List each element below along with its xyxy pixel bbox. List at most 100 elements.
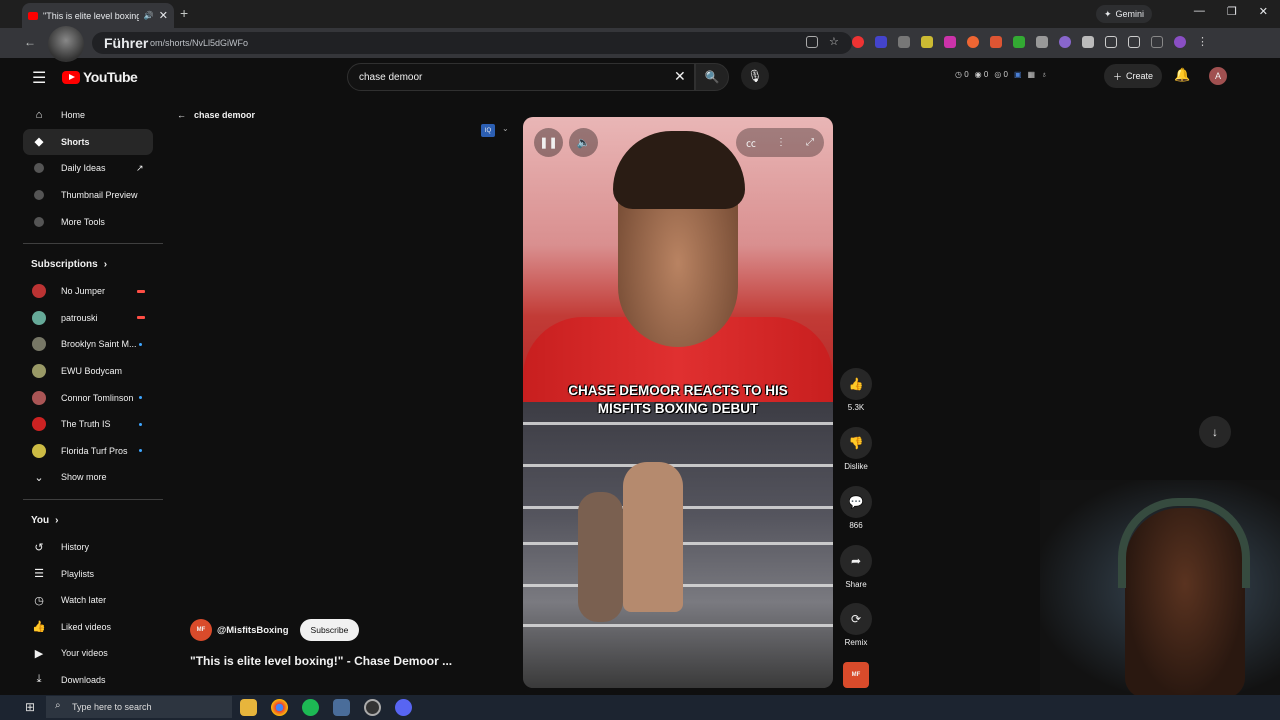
sidebar-item-playlists[interactable]: ☰ Playlists — [23, 560, 163, 587]
sidebar-subscription-item[interactable]: No Jumper — [23, 278, 163, 305]
search-button[interactable]: 🔍 — [695, 63, 729, 91]
youtube-play-icon — [62, 70, 80, 84]
extension-icon[interactable] — [875, 36, 887, 48]
shorts-video-player[interactable]: CHASE DEMOOR REACTS TO HIS MISFITS BOXIN… — [523, 117, 833, 688]
avatar[interactable]: A — [1209, 67, 1227, 85]
menu-icon[interactable] — [1151, 36, 1163, 48]
breadcrumb[interactable]: ← chase demoor — [177, 110, 255, 120]
more-options-icon[interactable]: ⋮ — [776, 137, 786, 148]
taskbar-search-input[interactable]: ⌕ Type here to search — [46, 696, 232, 718]
browser-tab[interactable]: "This is elite level boxing!" 🔊 ✕ — [22, 3, 174, 28]
pause-button[interactable]: ❚❚ — [534, 128, 563, 157]
hamburger-menu-icon[interactable]: ☰ — [32, 68, 46, 88]
cast-icon[interactable] — [806, 36, 818, 48]
sidebar-item-more-tools[interactable]: More Tools — [23, 208, 163, 235]
remix-button[interactable]: ⟳ Remix — [839, 603, 873, 647]
obs-icon[interactable] — [364, 699, 381, 716]
divider — [23, 498, 163, 500]
youtube-logo[interactable]: YouTube — [62, 69, 138, 85]
video-title[interactable]: "This is elite level boxing!" - Chase De… — [190, 654, 452, 668]
sidebar-item-home[interactable]: ⌂ Home — [23, 102, 163, 129]
minimize-button[interactable]: — — [1194, 5, 1205, 18]
channel-handle[interactable]: @MisfitsBoxing — [217, 625, 289, 636]
extension-icon[interactable] — [967, 36, 979, 48]
profile-icon[interactable] — [1174, 36, 1186, 48]
sidebar-subscription-item[interactable]: patrouski — [23, 305, 163, 332]
sidebar-subscription-item[interactable]: Brooklyn Saint M... — [23, 331, 163, 358]
windows-start-icon[interactable]: ⊞ — [25, 700, 35, 714]
extension-icon[interactable] — [921, 36, 933, 48]
subscriptions-heading[interactable]: Subscriptions › — [23, 252, 163, 278]
sidebar-item-shorts[interactable]: ◆ Shorts — [23, 128, 153, 156]
share-button[interactable]: ➦ Share — [839, 545, 873, 589]
search-placeholder: Type here to search — [72, 702, 152, 712]
sidepanel-icon[interactable] — [1128, 36, 1140, 48]
tab-title: "This is elite level boxing!" — [43, 10, 139, 21]
dislike-button[interactable]: 👎 Dislike — [839, 427, 873, 471]
chevron-down-icon[interactable]: ⌄ — [502, 124, 509, 133]
next-short-button[interactable]: ↓ — [1199, 416, 1231, 448]
extension-icon[interactable]: ▣ — [1014, 70, 1022, 79]
comments-button[interactable]: 💬 866 — [839, 486, 873, 530]
dislike-label: Dislike — [844, 462, 868, 471]
bookmark-star-icon[interactable]: ☆ — [829, 36, 841, 48]
clear-search-icon[interactable]: ✕ — [674, 68, 686, 85]
speaker-icon[interactable]: 🔊 — [144, 11, 154, 20]
window-close-button[interactable]: ✕ — [1259, 5, 1268, 18]
extension-icon[interactable] — [1082, 36, 1094, 48]
badge-icon[interactable]: ♁ — [1041, 70, 1047, 79]
sidebar-item-thumbnail-preview[interactable]: Thumbnail Preview — [23, 182, 163, 209]
spotify-icon[interactable] — [302, 699, 319, 716]
extension-icon[interactable] — [1013, 36, 1025, 48]
live-indicator-icon — [137, 289, 145, 293]
channel-thumbnail[interactable]: MF — [843, 662, 869, 688]
ring-rope — [523, 624, 833, 627]
new-tab-button[interactable]: + — [180, 5, 188, 21]
captions-icon[interactable]: ㏄ — [746, 135, 756, 150]
extension-icon[interactable] — [1059, 36, 1071, 48]
show-more-button[interactable]: ⌄ Show more — [23, 464, 163, 491]
sidebar-item-history[interactable]: ↺ History — [23, 534, 163, 561]
restore-button[interactable]: ❐ — [1227, 5, 1237, 18]
tab-close-icon[interactable]: ✕ — [159, 9, 168, 22]
subscriptions-list: No Jumper patrouski Brooklyn Saint M... EWU… — [23, 278, 163, 464]
notifications-bell-icon[interactable]: 🔔 — [1174, 67, 1190, 83]
create-button[interactable]: ＋ Create — [1104, 64, 1162, 88]
puzzle-icon[interactable] — [1105, 36, 1117, 48]
grid-icon[interactable]: ▦ — [1028, 70, 1036, 79]
sidebar-item-daily-ideas[interactable]: Daily Ideas ↗ — [23, 155, 163, 182]
sidebar-item-watch-later[interactable]: ◷ Watch later — [23, 587, 163, 614]
pause-icon: ❚❚ — [539, 137, 558, 149]
search-input[interactable]: chase demoor — [347, 63, 695, 91]
extension-stats: ◷ 0 ◉ 0 ◎ 0 ▣ ▦ ♁ — [955, 70, 1047, 79]
sidebar-subscription-item[interactable]: Florida Turf Pros — [23, 438, 163, 465]
extension-icon[interactable] — [944, 36, 956, 48]
address-bar[interactable]: om/shorts/NvLl5dGiWFo — [92, 32, 852, 54]
back-arrow-icon[interactable]: ← — [177, 110, 186, 120]
sidebar-item-liked-videos[interactable]: 👍 Liked videos — [23, 614, 163, 641]
like-button[interactable]: 👍 5.3K — [839, 368, 873, 412]
extension-icon[interactable] — [1036, 36, 1048, 48]
chrome-icon[interactable] — [271, 699, 288, 716]
iq-extension-badge[interactable]: IQ — [481, 124, 495, 137]
file-explorer-icon[interactable] — [240, 699, 257, 716]
sidebar-item-your-videos[interactable]: ▶ Your videos — [23, 640, 163, 667]
voice-search-button[interactable]: 🎙 — [741, 62, 769, 90]
sidebar-subscription-item[interactable]: Connor Tomlinson — [23, 384, 163, 411]
extension-icon[interactable] — [990, 36, 1002, 48]
gemini-button[interactable]: ✦ Gemini — [1096, 5, 1153, 23]
sidebar-subscription-item[interactable]: EWU Bodycam — [23, 358, 163, 385]
sidebar-subscription-item[interactable]: The Truth IS — [23, 411, 163, 438]
browser-back-icon[interactable]: ← — [24, 35, 36, 49]
fullscreen-icon[interactable]: ⤢ — [806, 137, 814, 148]
extension-icon[interactable] — [852, 36, 864, 48]
channel-avatar[interactable]: MF — [190, 619, 212, 641]
app-icon[interactable] — [333, 699, 350, 716]
discord-icon[interactable] — [395, 699, 412, 716]
you-heading[interactable]: You › — [23, 508, 163, 534]
kebab-menu-icon[interactable]: ⋮ — [1197, 36, 1209, 48]
sidebar-item-downloads[interactable]: ⤓ Downloads — [23, 667, 163, 694]
extension-icon[interactable] — [898, 36, 910, 48]
volume-button[interactable]: 🔈 — [569, 128, 598, 157]
subscribe-button[interactable]: Subscribe — [299, 619, 360, 641]
